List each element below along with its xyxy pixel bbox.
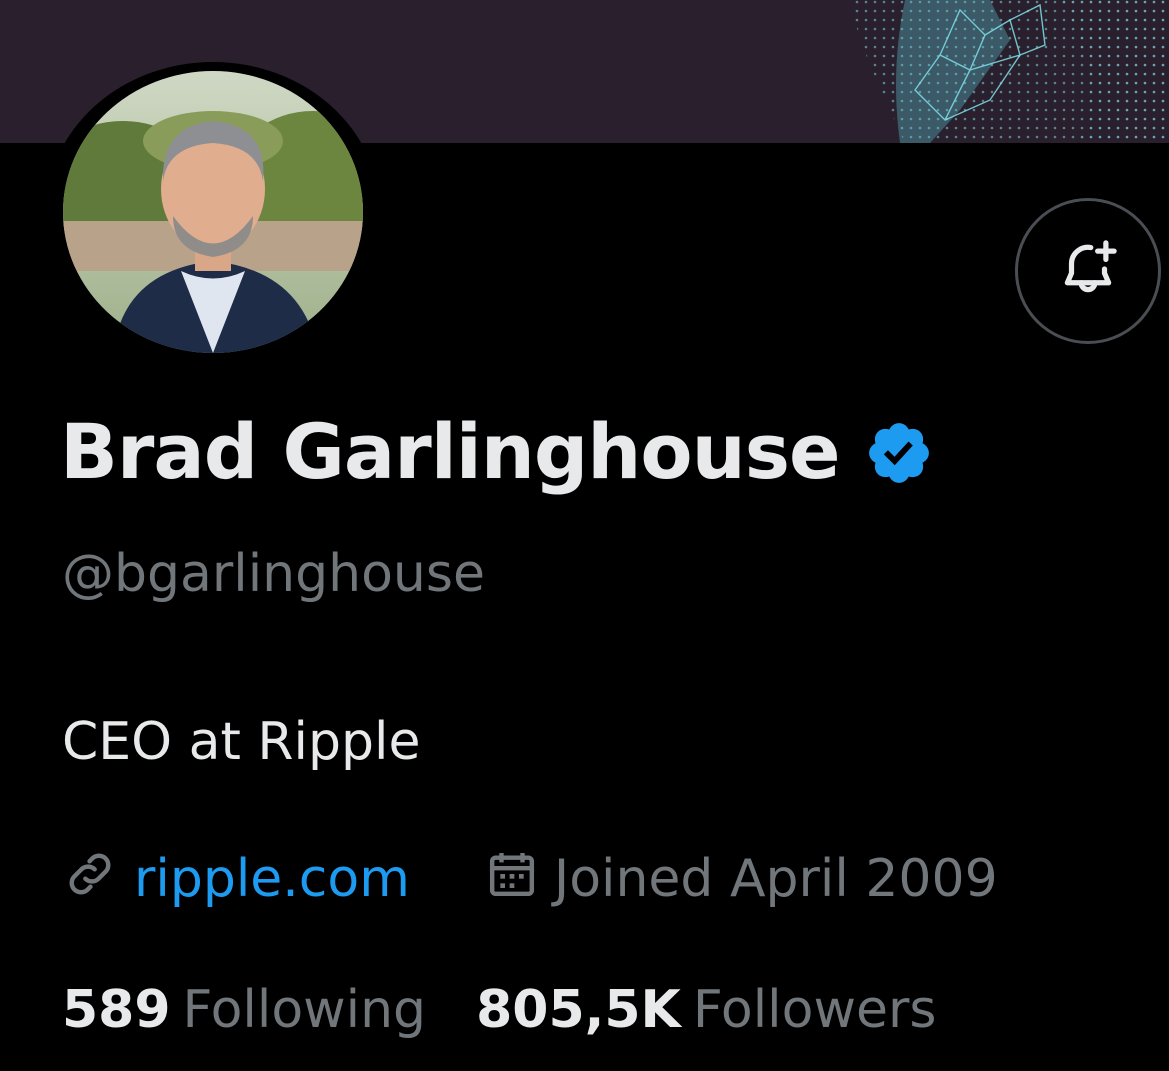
avatar-photo [63, 71, 363, 353]
profile-avatar[interactable] [46, 62, 380, 362]
joined-item: Joined April 2009 [484, 846, 998, 911]
profile-bio: CEO at Ripple [62, 712, 421, 772]
followers-link[interactable]: 805,5K Followers [476, 984, 936, 1036]
followers-label: Followers [692, 980, 937, 1040]
link-icon [62, 846, 118, 911]
following-label: Following [182, 980, 427, 1040]
joined-date: Joined April 2009 [553, 848, 998, 909]
profile-stats: 589 Following 805,5K Followers [62, 984, 936, 1036]
followers-count: 805,5K [476, 980, 681, 1040]
verified-badge-icon[interactable] [864, 418, 934, 492]
profile-handle: @bgarlinghouse [62, 544, 485, 604]
profile-name: Brad Garlinghouse [60, 407, 841, 496]
notify-button[interactable] [1015, 198, 1161, 344]
website-link[interactable]: ripple.com [134, 853, 410, 905]
profile-name-row: Brad Garlinghouse [60, 412, 934, 492]
website-item[interactable]: ripple.com [62, 846, 410, 911]
calendar-icon [484, 846, 540, 911]
following-count: 589 [62, 980, 171, 1040]
bell-plus-icon [1055, 236, 1121, 306]
profile-meta: ripple.com Joined April 2009 [62, 846, 998, 911]
following-link[interactable]: 589 Following [62, 984, 426, 1036]
